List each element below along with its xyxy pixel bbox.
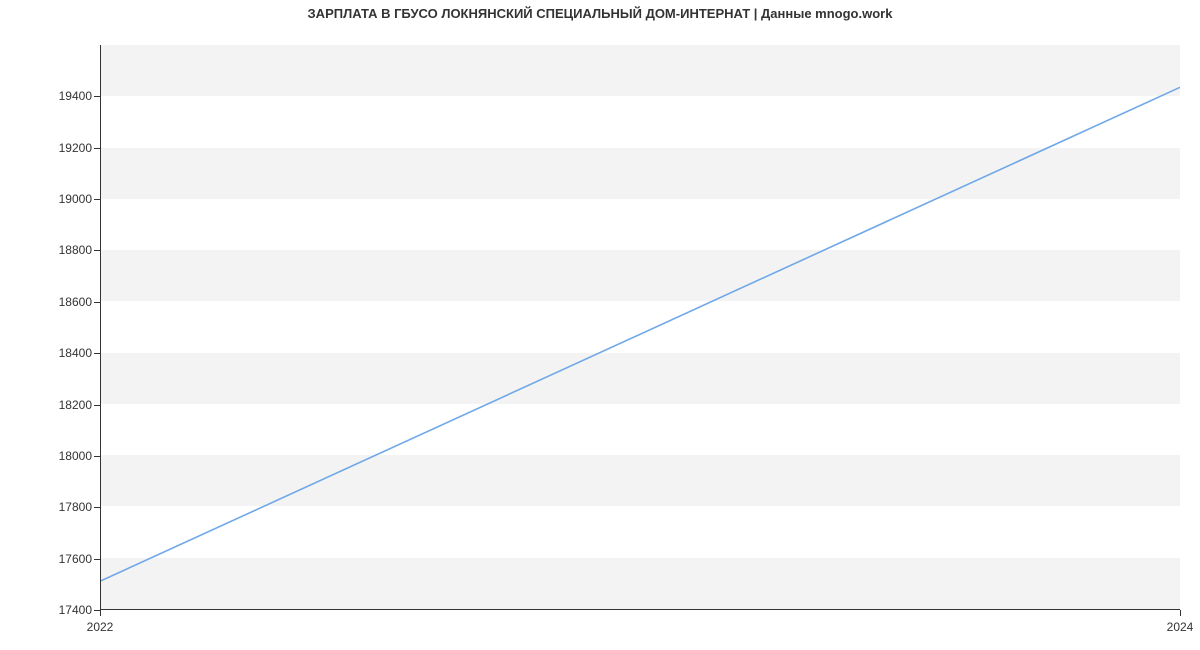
y-tick-label: 18600 <box>12 295 92 309</box>
y-tick-label: 19400 <box>12 89 92 103</box>
y-tick-label: 19000 <box>12 192 92 206</box>
y-tick-label: 17600 <box>12 552 92 566</box>
y-tick-label: 19200 <box>12 141 92 155</box>
series-line <box>101 87 1180 580</box>
x-tick-label: 2024 <box>1150 620 1200 634</box>
y-tick-label: 18000 <box>12 449 92 463</box>
x-tick-label: 2022 <box>70 620 130 634</box>
y-tick-label: 17400 <box>12 603 92 617</box>
line-layer <box>101 45 1180 609</box>
y-tick-label: 18400 <box>12 346 92 360</box>
y-tick-label: 17800 <box>12 500 92 514</box>
plot-area <box>100 45 1180 610</box>
chart-title: ЗАРПЛАТА В ГБУСО ЛОКНЯНСКИЙ СПЕЦИАЛЬНЫЙ … <box>0 6 1200 21</box>
chart-container: ЗАРПЛАТА В ГБУСО ЛОКНЯНСКИЙ СПЕЦИАЛЬНЫЙ … <box>0 0 1200 650</box>
y-tick-label: 18800 <box>12 243 92 257</box>
y-tick-label: 18200 <box>12 398 92 412</box>
